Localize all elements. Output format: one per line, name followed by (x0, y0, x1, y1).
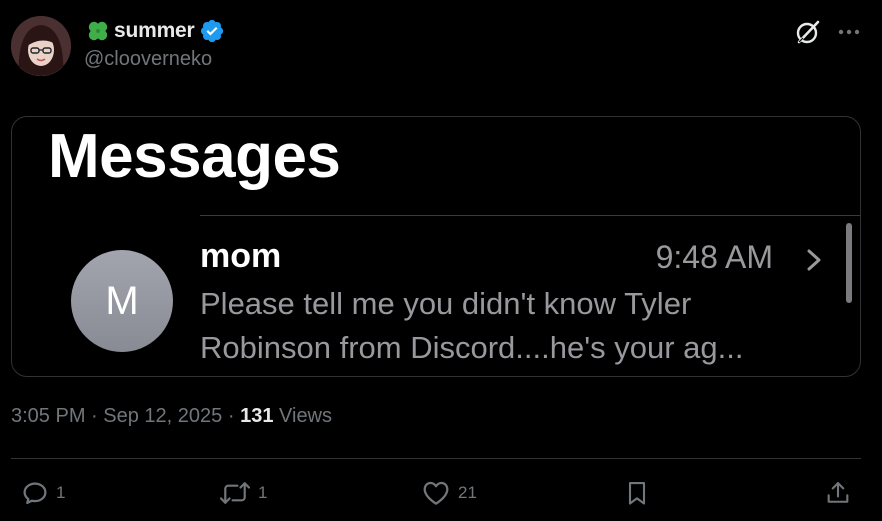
repost-button[interactable]: 1 (218, 475, 267, 511)
conversation-preview: Please tell me you didn't know Tyler Rob… (200, 282, 820, 370)
verified-badge-icon[interactable] (199, 18, 225, 44)
bookmark-icon (628, 482, 646, 505)
author-name-row[interactable]: summer (84, 17, 225, 45)
tweet-date[interactable]: Sep 12, 2025 (103, 405, 222, 427)
like-button[interactable]: 21 (420, 475, 477, 511)
reply-count: 1 (56, 483, 66, 502)
repost-icon (219, 482, 251, 504)
grok-icon[interactable] (793, 17, 823, 47)
meta-separator: · (227, 405, 235, 427)
meta-separator: · (91, 405, 98, 427)
scrollbar (846, 223, 852, 303)
display-name[interactable]: summer (114, 19, 195, 43)
four-leaf-clover-icon (84, 17, 112, 45)
preview-line-1: Please tell me you didn't know Tyler (200, 286, 692, 321)
author-handle[interactable]: @clooverneko (84, 48, 212, 71)
avatar[interactable] (11, 16, 71, 76)
media-image[interactable]: Messages M mom 9:48 AM Please tell me yo… (11, 116, 861, 377)
bookmark-button[interactable] (623, 475, 651, 511)
tweet-time[interactable]: 3:05 PM (11, 405, 85, 427)
tweet-meta: 3:05 PM · Sep 12, 2025 · 131 Views (11, 405, 332, 428)
contact-avatar: M (71, 250, 173, 352)
repost-count: 1 (258, 483, 268, 502)
views-count[interactable]: 131 (240, 405, 273, 427)
contact-avatar-initial: M (105, 278, 139, 323)
more-options-icon[interactable] (834, 17, 864, 47)
divider (11, 458, 861, 459)
like-count: 21 (458, 483, 477, 502)
share-icon (827, 482, 849, 503)
action-bar: 1 1 21 (0, 475, 882, 511)
list-separator (200, 215, 860, 216)
heart-icon (423, 481, 449, 505)
share-button[interactable] (824, 475, 852, 511)
conversation-time: 9:48 AM (655, 239, 773, 275)
preview-line-2: Robinson from Discord....he's your ag... (200, 330, 744, 365)
tweet: summer @clooverneko Messages M mom 9:48 … (0, 0, 882, 521)
conversation-sender: mom (200, 237, 282, 275)
views-label[interactable]: Views (279, 405, 332, 427)
chevron-right-icon (802, 245, 826, 275)
reply-button[interactable]: 1 (20, 475, 65, 511)
messages-title: Messages (48, 122, 341, 191)
reply-icon (23, 482, 47, 505)
